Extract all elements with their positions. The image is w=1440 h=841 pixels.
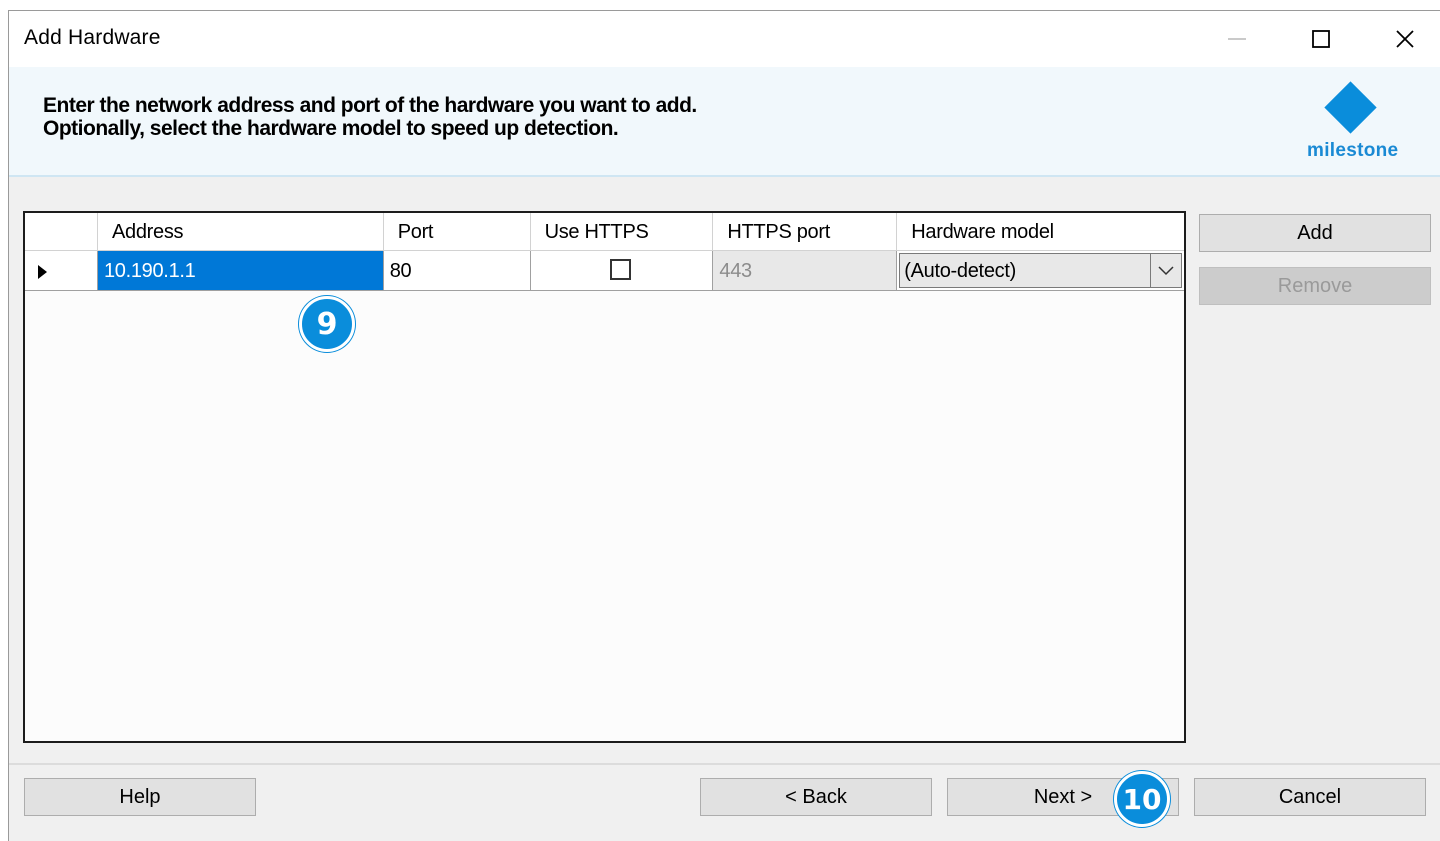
use-https-cell[interactable] [530,251,714,291]
add-button[interactable]: Add [1199,214,1431,252]
footer-divider [9,763,1440,765]
maximize-icon [1312,30,1330,48]
row-header-cell[interactable] [25,251,98,291]
close-button[interactable] [1363,11,1440,67]
hardware-model-value: (Auto-detect) [904,260,1016,282]
dropdown-toggle[interactable] [1150,254,1181,287]
logo-text: milestone [1307,140,1399,161]
instruction-line-2: Optionally, select the hardware model to… [43,117,619,140]
title-bar: Add Hardware [9,11,1440,67]
column-header-use-https[interactable]: Use HTTPS [530,213,714,251]
column-header-hardware-model[interactable]: Hardware model [897,213,1185,251]
row-header-column [25,213,98,251]
step-9-callout: 9 [299,296,355,352]
chevron-down-icon [1158,265,1174,275]
cancel-button[interactable]: Cancel [1194,778,1426,816]
help-button[interactable]: Help [24,778,256,816]
use-https-checkbox[interactable] [609,259,631,280]
hardware-grid[interactable]: Address Port Use HTTPS HTTPS port Hardwa… [23,211,1186,743]
minimize-button[interactable] [1195,11,1279,67]
step-10-callout: 10 [1114,771,1170,827]
current-row-arrow-icon [38,265,47,279]
maximize-button[interactable] [1279,11,1363,67]
minimize-icon [1228,38,1246,40]
grid-header-row: Address Port Use HTTPS HTTPS port Hardwa… [25,213,1185,251]
address-cell[interactable]: 10.190.1.1 [97,251,384,291]
port-cell[interactable]: 80 [383,251,531,291]
logo-diamond-icon [1324,81,1377,134]
milestone-logo: milestone [1299,81,1409,163]
instruction-line-1: Enter the network address and port of th… [43,94,697,117]
add-hardware-window: Add Hardware Enter the network address a… [8,10,1440,841]
hardware-model-dropdown[interactable]: (Auto-detect) [899,253,1182,288]
hardware-model-cell[interactable]: (Auto-detect) [897,251,1184,291]
column-header-https-port[interactable]: HTTPS port [713,213,898,251]
column-header-address[interactable]: Address [97,213,384,251]
window-title: Add Hardware [24,26,161,49]
close-icon [1396,30,1414,48]
instruction-text: Enter the network address and port of th… [43,94,697,140]
back-button[interactable]: < Back [700,778,932,816]
column-header-port[interactable]: Port [383,213,531,251]
table-row[interactable]: 10.190.1.1 80 443 (Auto-detect) [25,251,1184,291]
instruction-header: Enter the network address and port of th… [9,67,1440,177]
remove-button[interactable]: Remove [1199,267,1431,305]
https-port-cell: 443 [713,251,898,291]
